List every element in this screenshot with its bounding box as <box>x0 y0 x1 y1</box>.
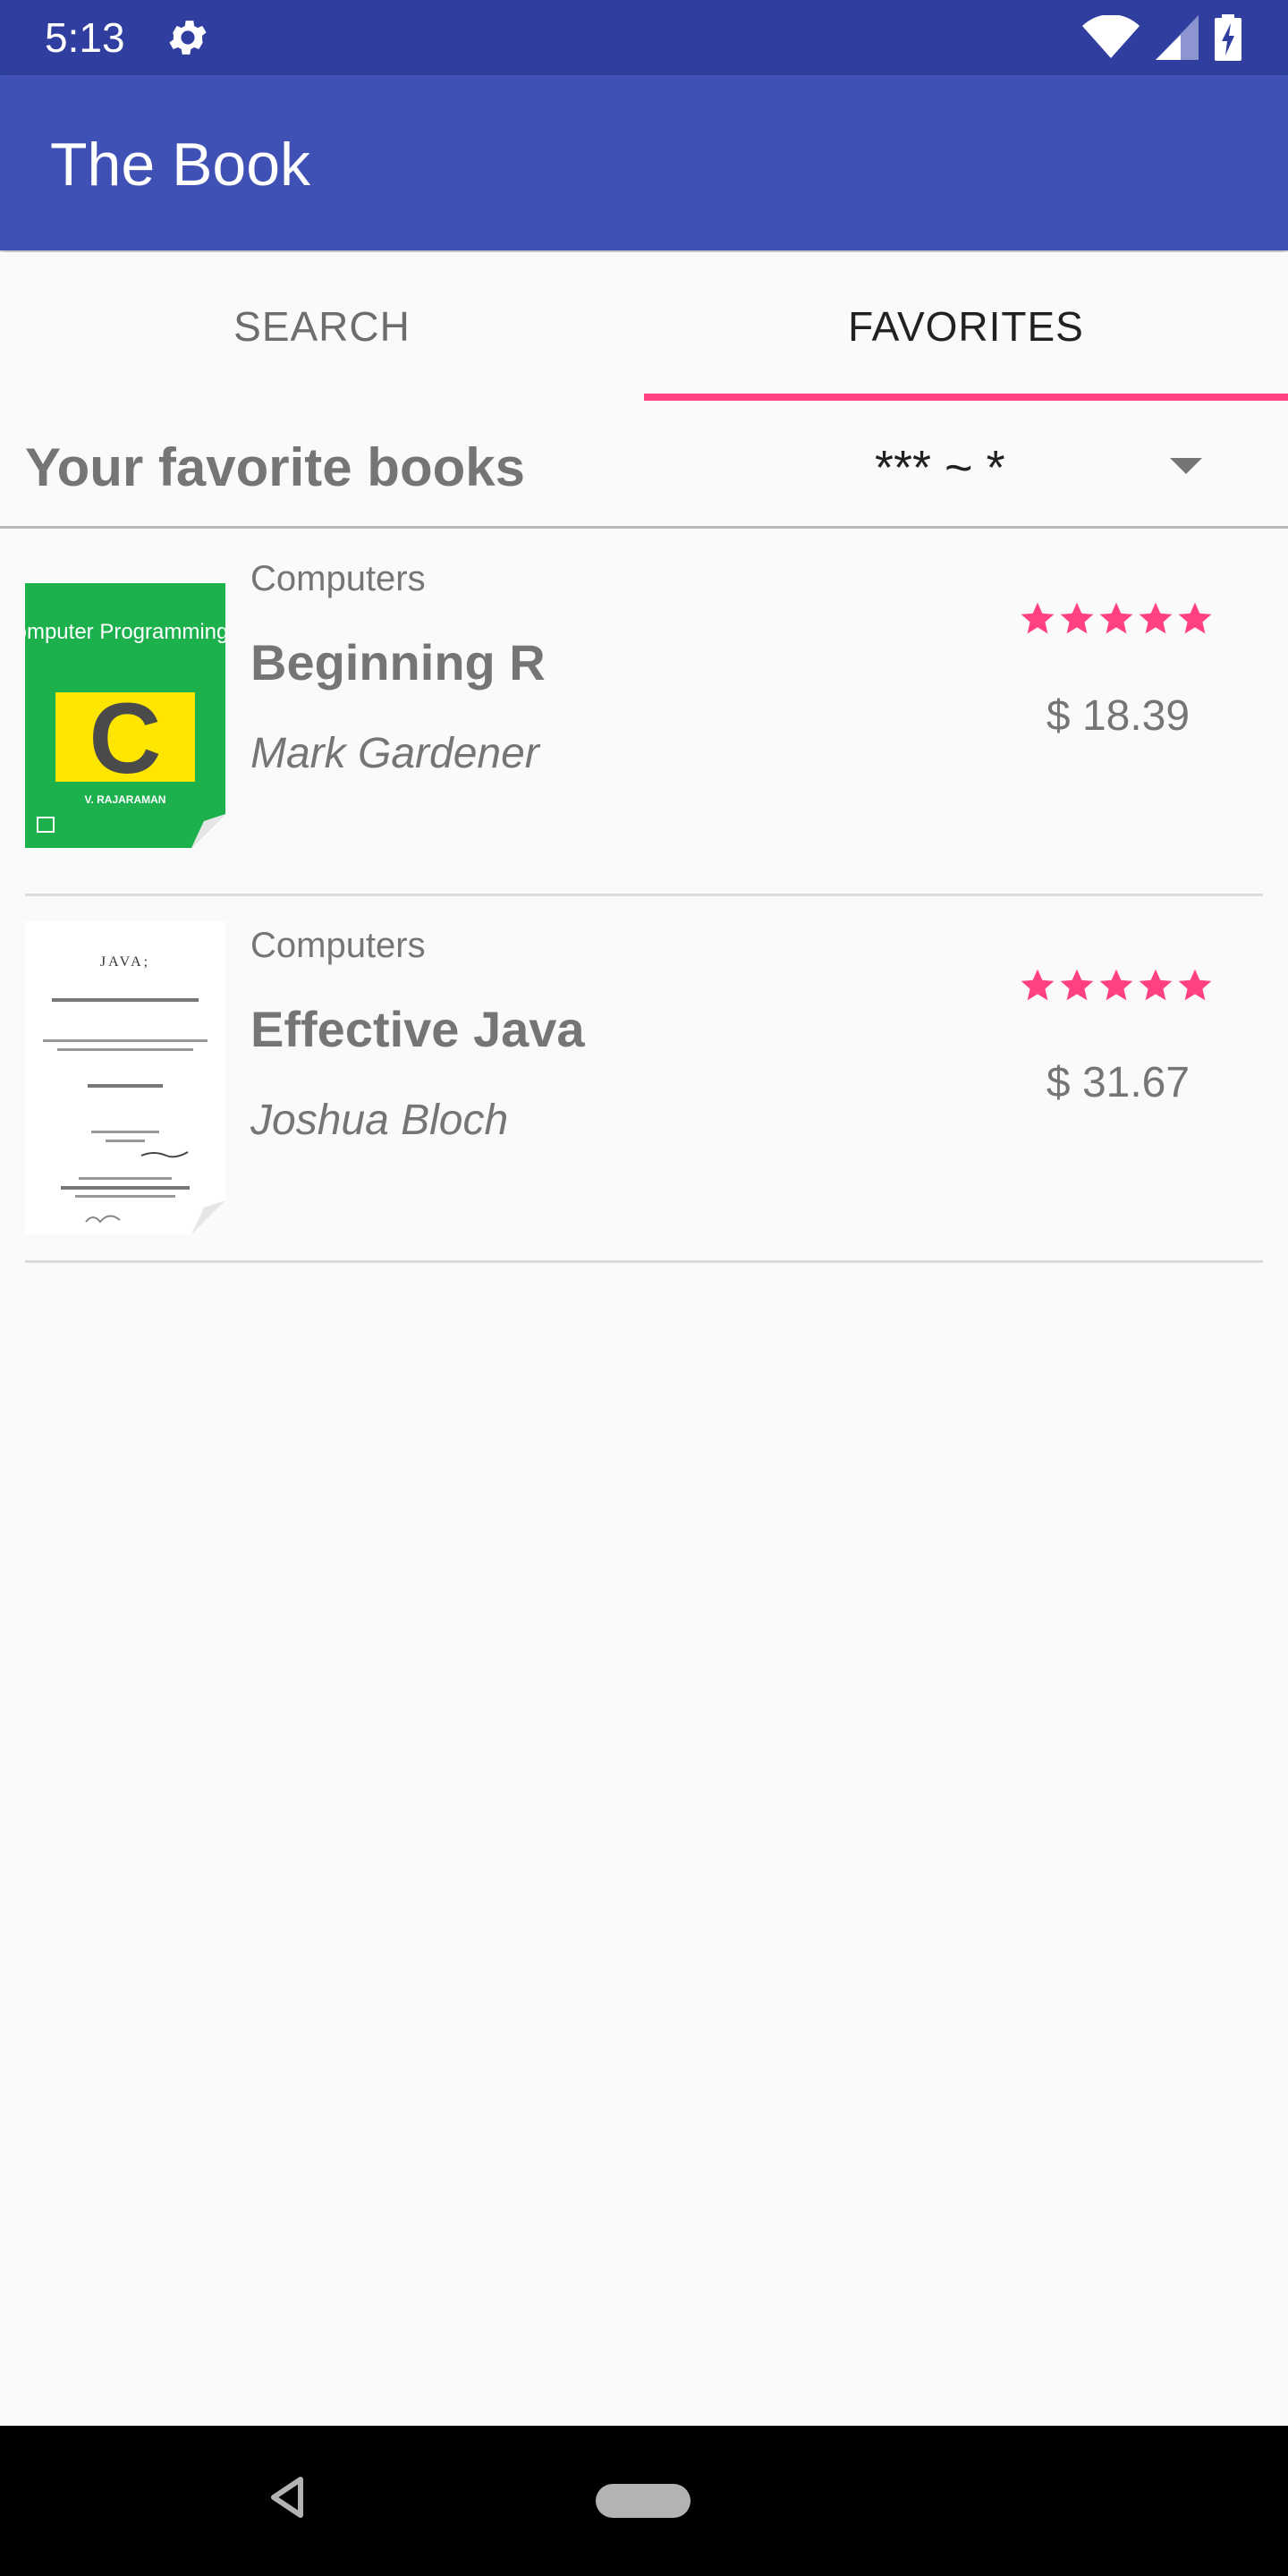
star-icon <box>1178 602 1212 634</box>
favorites-header: Your favorite books *** ~ * <box>0 401 1288 528</box>
rating-filter-dropdown[interactable]: *** ~ * <box>832 436 1225 499</box>
book-price: $ 31.67 <box>1046 1059 1191 1106</box>
gear-icon <box>169 21 207 55</box>
favorites-heading: Your favorite books <box>25 437 525 497</box>
book-list-item[interactable]: Computer Programming in C V. RAJARAMAN C… <box>0 530 1288 896</box>
book-author: Mark Gardener <box>250 730 539 777</box>
book-category: Computers <box>250 559 426 598</box>
selected-tab-indicator <box>644 394 1288 401</box>
status-time: 5:13 <box>45 14 125 61</box>
rating-stars <box>1018 599 1216 639</box>
star-icon <box>1021 969 1055 1001</box>
star-icon <box>1178 969 1212 1001</box>
book-cover-image: JAVA; <box>25 921 225 1234</box>
battery-charging-icon <box>1215 14 1241 61</box>
svg-text:JAVA;: JAVA; <box>100 954 150 970</box>
star-icon <box>1021 602 1055 634</box>
star-icon <box>1139 602 1173 634</box>
cell-signal-icon <box>1156 15 1199 60</box>
star-icon <box>1139 969 1173 1001</box>
star-icon <box>1060 602 1094 634</box>
tab-search[interactable]: SEARCH <box>0 252 644 401</box>
home-pill-icon[interactable] <box>596 2484 691 2518</box>
svg-text:V. RAJARAMAN: V. RAJARAMAN <box>85 793 166 806</box>
book-price: $ 18.39 <box>1046 692 1191 740</box>
wifi-icon <box>1082 15 1140 58</box>
list-divider <box>25 1260 1263 1263</box>
tab-favorites[interactable]: FAVORITES <box>644 252 1288 401</box>
tab-bar: SEARCH FAVORITES <box>0 252 1288 401</box>
book-title: Beginning R <box>250 634 546 691</box>
system-nav-bar <box>0 2426 1288 2576</box>
rating-filter-value: *** ~ * <box>875 441 1005 495</box>
svg-text:Computer Programming in: Computer Programming in <box>25 620 225 644</box>
book-cover-image: Computer Programming in C V. RAJARAMAN <box>25 583 225 848</box>
book-category: Computers <box>250 926 426 965</box>
status-bar: 5:13 <box>0 0 1288 75</box>
app-title: The Book <box>50 131 311 199</box>
star-icon <box>1060 969 1094 1001</box>
book-author: Joshua Bloch <box>250 1097 509 1144</box>
status-icons <box>1082 13 1241 63</box>
rating-stars <box>1018 966 1216 1005</box>
book-title: Effective Java <box>250 1001 585 1057</box>
star-icon <box>1099 602 1133 634</box>
header-divider <box>0 526 1288 529</box>
back-icon[interactable] <box>267 2474 306 2521</box>
app-bar: The Book <box>0 75 1288 250</box>
svg-text:C: C <box>89 682 162 794</box>
star-icon <box>1099 969 1133 1001</box>
dropdown-arrow-icon <box>1170 458 1202 474</box>
book-list-item[interactable]: JAVA; Computers Effective Java Joshua Bl… <box>0 896 1288 1263</box>
